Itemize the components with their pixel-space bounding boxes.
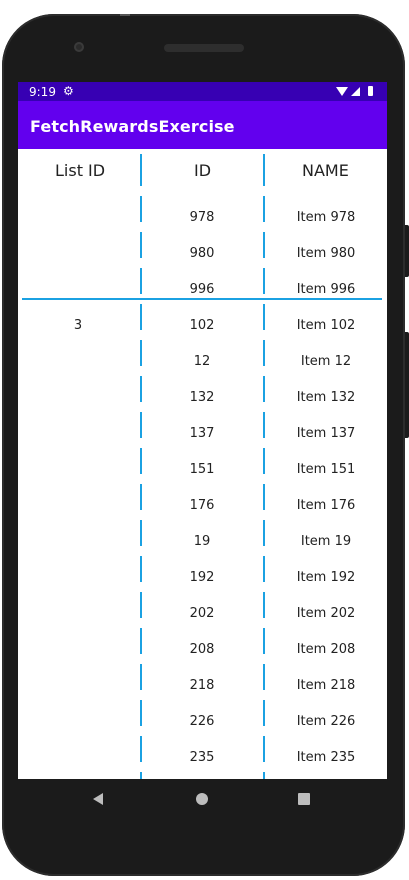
back-icon[interactable] — [93, 793, 103, 805]
cell-name: Item 978 — [296, 210, 356, 225]
column-divider — [263, 628, 265, 654]
cell-name: Item 192 — [296, 570, 356, 585]
cell-id: 208 — [189, 642, 215, 657]
cell-name: Item 226 — [296, 714, 356, 729]
cell-id: 12 — [193, 354, 211, 369]
power-button — [405, 332, 409, 438]
cell-id: 176 — [189, 498, 215, 513]
cell-id: 980 — [189, 246, 215, 261]
column-divider — [263, 154, 265, 186]
header-id: ID — [194, 161, 212, 180]
column-divider — [263, 412, 265, 438]
cell-id: 218 — [189, 678, 215, 693]
phone-top-edge — [120, 14, 130, 16]
column-divider — [140, 520, 142, 546]
column-divider — [263, 376, 265, 402]
volume-button — [405, 225, 409, 277]
cell-id: 19 — [193, 534, 211, 549]
column-divider — [140, 484, 142, 510]
cell-name: Item 235 — [296, 750, 356, 765]
column-divider — [140, 412, 142, 438]
cell-name: Item 132 — [296, 390, 356, 405]
column-divider — [263, 232, 265, 258]
cell-name: Item 202 — [296, 606, 356, 621]
column-divider — [140, 232, 142, 258]
column-divider — [140, 772, 142, 779]
cell-id: 102 — [189, 318, 215, 333]
home-icon[interactable] — [196, 793, 208, 805]
column-divider — [140, 628, 142, 654]
column-divider — [263, 592, 265, 618]
column-divider — [263, 700, 265, 726]
wifi-icon — [336, 87, 348, 96]
cell-id: 978 — [189, 210, 215, 225]
column-divider — [140, 556, 142, 582]
battery-icon — [368, 86, 373, 96]
column-divider — [140, 268, 142, 294]
column-divider — [263, 664, 265, 690]
status-bar: 9:19 ⚙ — [18, 82, 387, 101]
column-divider — [140, 304, 142, 330]
column-divider — [140, 154, 142, 186]
group-divider — [22, 298, 382, 300]
column-divider — [263, 772, 265, 779]
column-divider — [263, 340, 265, 366]
cell-name: Item 137 — [296, 426, 356, 441]
column-divider — [263, 556, 265, 582]
front-camera — [74, 42, 84, 52]
column-divider — [140, 736, 142, 762]
cell-name: Item 12 — [300, 354, 352, 369]
column-divider — [263, 196, 265, 222]
app-bar: FetchRewardsExercise — [18, 101, 387, 149]
cell-name: Item 208 — [296, 642, 356, 657]
column-divider — [140, 448, 142, 474]
screen: 9:19 ⚙ FetchRewardsExercise List ID ID N… — [18, 82, 387, 779]
signal-icon — [351, 87, 360, 96]
column-divider — [263, 736, 265, 762]
cell-name: Item 176 — [296, 498, 356, 513]
cell-id: 137 — [189, 426, 215, 441]
column-divider — [263, 484, 265, 510]
cell-id: 235 — [189, 750, 215, 765]
cell-id: 202 — [189, 606, 215, 621]
column-divider — [140, 376, 142, 402]
header-list-id: List ID — [55, 161, 106, 180]
column-divider — [263, 304, 265, 330]
column-divider — [140, 340, 142, 366]
navigation-bar — [18, 779, 387, 819]
cell-name: Item 996 — [296, 282, 356, 297]
cell-name: Item 102 — [296, 318, 356, 333]
cell-name: Item 151 — [296, 462, 356, 477]
cell-list-id: 3 — [73, 318, 83, 333]
cell-name: Item 980 — [296, 246, 356, 261]
column-divider — [140, 664, 142, 690]
column-divider — [140, 196, 142, 222]
cell-id: 192 — [189, 570, 215, 585]
column-divider — [140, 700, 142, 726]
recents-icon[interactable] — [298, 793, 310, 805]
app-title: FetchRewardsExercise — [30, 117, 235, 136]
cell-name: Item 218 — [296, 678, 356, 693]
cell-id: 226 — [189, 714, 215, 729]
cell-id: 132 — [189, 390, 215, 405]
column-divider — [263, 268, 265, 294]
gear-icon: ⚙ — [63, 84, 74, 98]
cell-id: 151 — [189, 462, 215, 477]
column-divider — [263, 448, 265, 474]
cell-id: 996 — [189, 282, 215, 297]
header-name: NAME — [302, 161, 349, 180]
cell-name: Item 19 — [300, 534, 352, 549]
column-divider — [263, 520, 265, 546]
earpiece-speaker — [164, 44, 244, 52]
column-divider — [140, 592, 142, 618]
status-time: 9:19 — [29, 85, 56, 99]
